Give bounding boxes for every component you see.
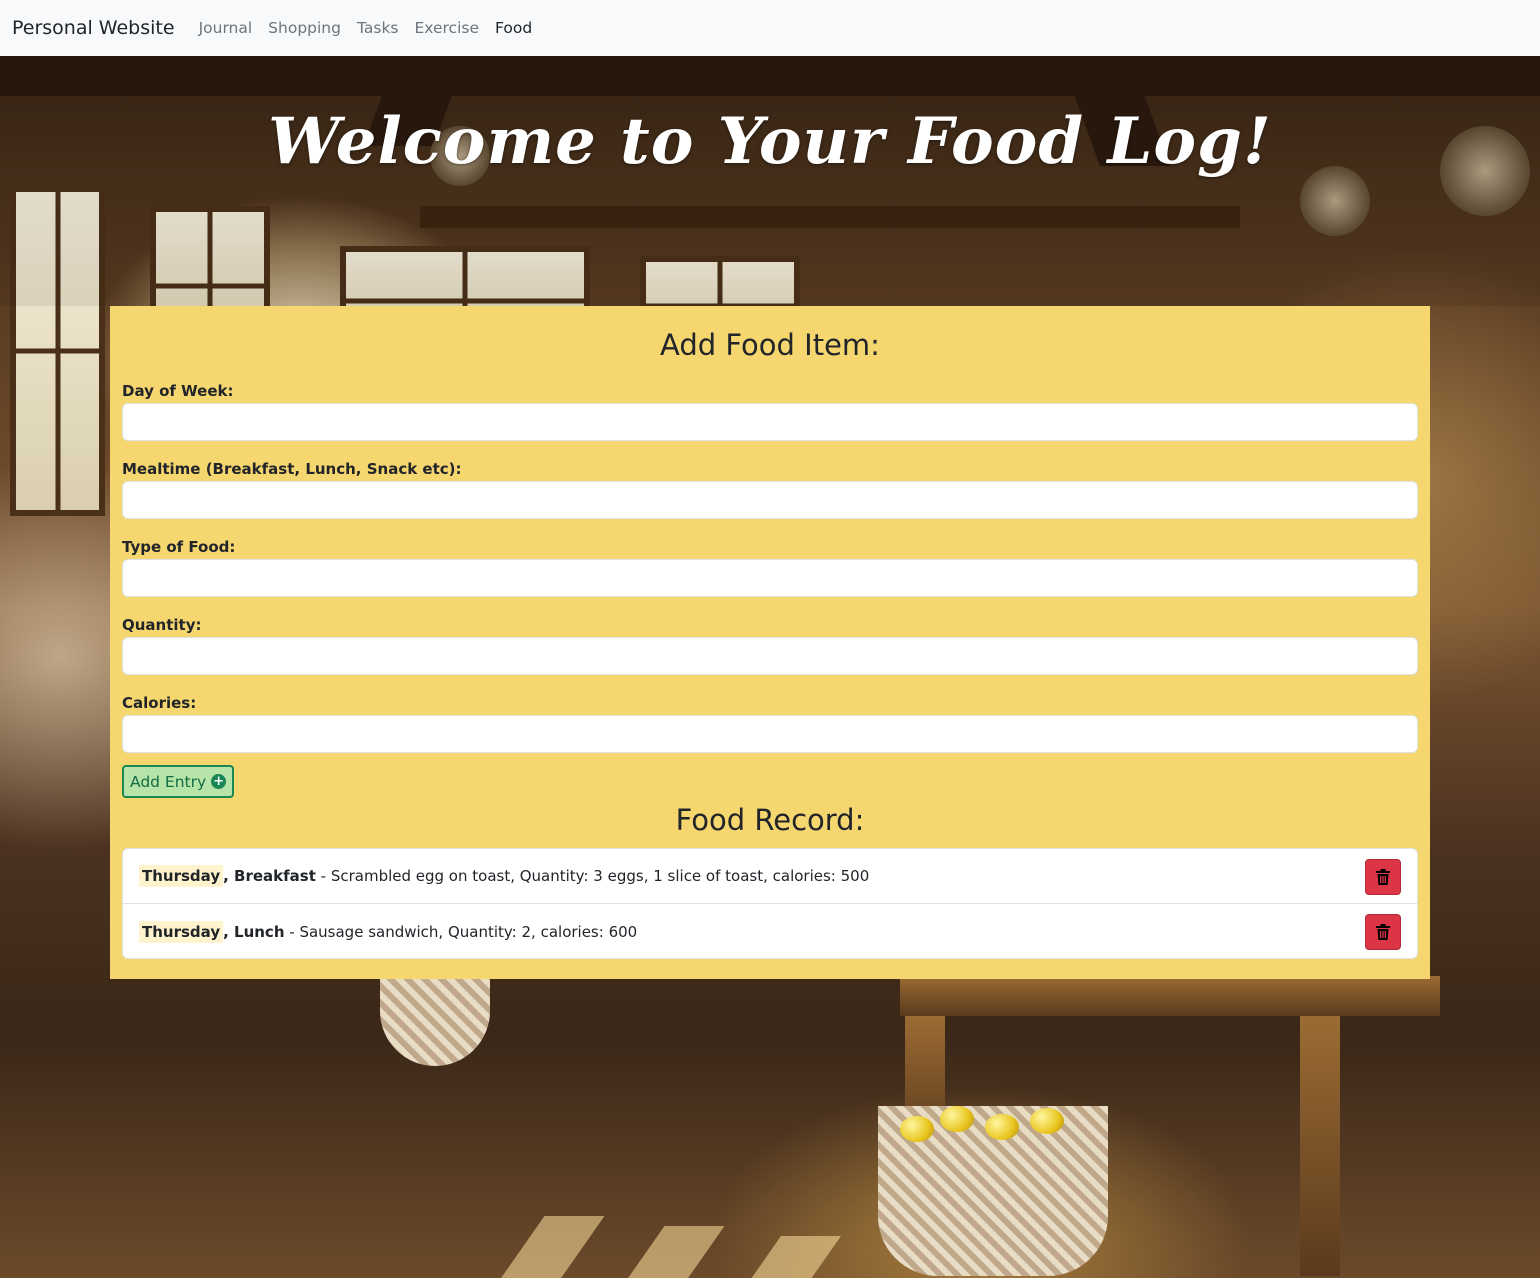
quantity-label: Quantity: <box>122 616 202 634</box>
entry-day: Thursday <box>139 920 224 943</box>
sunlight-patch <box>615 1226 725 1278</box>
trash-icon <box>1376 924 1390 940</box>
add-entry-button[interactable]: Add Entry + <box>122 765 235 798</box>
trash-icon <box>1376 869 1390 885</box>
navbar: Personal Website Journal Shopping Tasks … <box>0 0 1540 56</box>
day-of-week-label: Day of Week: <box>122 382 234 400</box>
nav-link-journal[interactable]: Journal <box>199 19 253 37</box>
food-log-card: Add Food Item: Day of Week: Mealtime (Br… <box>110 306 1430 979</box>
hero-band <box>0 56 1540 306</box>
mealtime-label: Mealtime (Breakfast, Lunch, Snack etc): <box>122 460 462 478</box>
day-of-week-input[interactable] <box>122 403 1418 441</box>
add-entry-label: Add Entry <box>130 772 207 791</box>
nav-link-exercise[interactable]: Exercise <box>415 19 480 37</box>
sunlight-patch <box>738 1236 842 1278</box>
entry-day: Thursday <box>139 865 224 887</box>
list-item: Thursday , Lunch - Sausage sandwich, Qua… <box>123 904 1417 959</box>
food-record-list: Thursday , Breakfast - Scrambled egg on … <box>122 848 1418 959</box>
nav-link-tasks[interactable]: Tasks <box>357 19 399 37</box>
lemon <box>900 1116 934 1142</box>
mealtime-input[interactable] <box>122 481 1418 519</box>
entry-meal: , Breakfast <box>223 867 316 885</box>
plus-circle-icon: + <box>211 774 227 789</box>
delete-entry-button[interactable] <box>1365 859 1401 895</box>
wooden-table <box>900 976 1440 1016</box>
page-title: Welcome to Your Food Log! <box>268 104 1272 179</box>
lemon <box>940 1106 974 1132</box>
food-type-input[interactable] <box>122 559 1418 597</box>
quantity-input[interactable] <box>122 637 1418 675</box>
entry-detail: - Scrambled egg on toast, Quantity: 3 eg… <box>315 867 870 885</box>
calories-label: Calories: <box>122 694 197 712</box>
entry-meal: , Lunch <box>223 922 285 941</box>
add-food-heading: Add Food Item: <box>660 328 880 362</box>
food-type-label: Type of Food: <box>122 538 236 556</box>
sunlight-patch <box>495 1216 605 1278</box>
calories-input[interactable] <box>122 715 1418 753</box>
list-item: Thursday , Breakfast - Scrambled egg on … <box>123 849 1417 904</box>
lemon <box>985 1114 1019 1140</box>
delete-entry-button[interactable] <box>1365 914 1401 950</box>
lemon <box>1030 1108 1064 1134</box>
food-record-heading: Food Record: <box>675 803 865 837</box>
nav-link-food[interactable]: Food <box>495 19 532 37</box>
table-leg <box>1300 1016 1340 1276</box>
nav-link-shopping[interactable]: Shopping <box>268 19 341 37</box>
entry-detail: - Sausage sandwich, Quantity: 2, calorie… <box>284 922 638 941</box>
wicker-basket <box>380 976 490 1066</box>
brand-link[interactable]: Personal Website <box>12 17 175 39</box>
